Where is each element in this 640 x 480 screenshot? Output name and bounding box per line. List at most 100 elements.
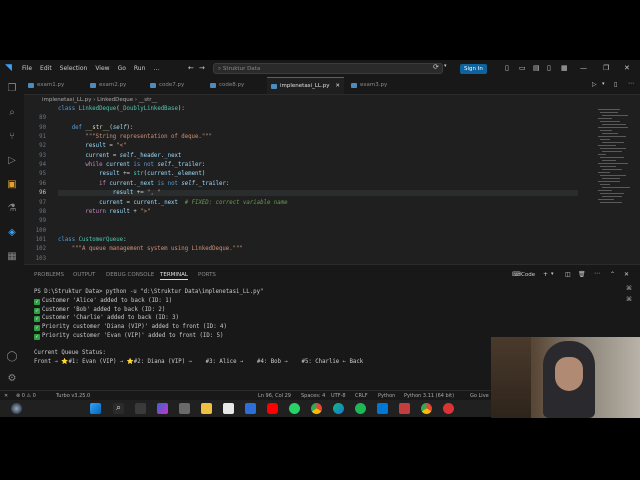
tab-problems[interactable]: PROBLEMS bbox=[34, 272, 64, 278]
task-view-icon[interactable] bbox=[135, 403, 146, 414]
run-debug-icon[interactable]: ▷ bbox=[0, 149, 24, 173]
breadcrumb-file[interactable]: implenetasi_LL.py bbox=[42, 97, 91, 103]
code-line[interactable]: class CustomerQueue: bbox=[58, 237, 127, 243]
code-line[interactable]: result = "<" bbox=[58, 143, 126, 149]
command-center-search[interactable]: ⌕ Struktur Data bbox=[213, 63, 443, 74]
tab-exam3[interactable]: exam3.py bbox=[347, 77, 393, 94]
maximize-panel-icon[interactable]: ⌃ bbox=[610, 271, 615, 278]
terminal-prompt: PS D:\Struktur Data> python -u "d:\Struk… bbox=[34, 289, 264, 295]
chrome-profile-icon[interactable] bbox=[421, 403, 432, 414]
python-terminal-icon[interactable]: ⌘ bbox=[626, 296, 632, 303]
code-line[interactable]: class LinkedDeque(_DoublyLinkedBase): bbox=[58, 106, 185, 112]
terminal-dropdown-icon[interactable]: ▾ bbox=[551, 271, 554, 277]
menu-selection[interactable]: Selection bbox=[60, 65, 88, 72]
menu-more[interactable]: … bbox=[153, 65, 159, 72]
terminal-name[interactable]: Code bbox=[521, 272, 535, 278]
menu-view[interactable]: View bbox=[95, 65, 109, 72]
tab-code8[interactable]: code8.py bbox=[206, 77, 250, 94]
tab-output[interactable]: OUTPUT bbox=[73, 272, 95, 278]
app-icon[interactable] bbox=[443, 403, 454, 414]
copilot-icon[interactable] bbox=[157, 403, 168, 414]
tab-exam1[interactable]: exam1.py bbox=[24, 77, 68, 94]
back-arrow-icon[interactable]: ← bbox=[188, 64, 194, 72]
vscode-taskbar-icon[interactable] bbox=[377, 403, 388, 414]
toggle-secondary-sidebar-icon[interactable]: ▯ bbox=[547, 64, 551, 72]
search-sidebar-icon[interactable]: ⌕ bbox=[0, 101, 24, 125]
close-icon[interactable]: ✕ bbox=[624, 64, 630, 72]
minimap-line bbox=[600, 112, 618, 113]
remote-explorer-icon[interactable]: ◈ bbox=[0, 221, 24, 245]
whatsapp-icon[interactable] bbox=[289, 403, 300, 414]
code-line[interactable]: result += str(current._element) bbox=[58, 171, 205, 177]
tab-ports[interactable]: PORTS bbox=[198, 272, 216, 278]
menu-edit[interactable]: Edit bbox=[40, 65, 52, 72]
search-icon[interactable]: ⌕ bbox=[113, 403, 124, 414]
file-explorer-icon[interactable] bbox=[201, 403, 212, 414]
code-editor[interactable]: class LinkedDeque(_DoublyLinkedBase): 89 9… bbox=[24, 105, 596, 280]
menu-go[interactable]: Go bbox=[118, 65, 126, 72]
tab-implenetasi-ll[interactable]: implenetasi_LL.py ✕ bbox=[267, 77, 344, 94]
sign-in-button[interactable]: Sign In bbox=[460, 64, 487, 74]
tab-close-icon[interactable]: ✕ bbox=[335, 78, 340, 95]
extensions-icon[interactable]: ▦ bbox=[0, 245, 24, 269]
tab-code7[interactable]: code7.py bbox=[146, 77, 190, 94]
run-dropdown-icon[interactable]: ▾ bbox=[602, 81, 605, 87]
code-line[interactable]: result += ", " bbox=[58, 190, 578, 197]
customize-layout-icon[interactable]: ▦ bbox=[561, 64, 568, 72]
terminal-line-text: Customer 'Charlie' added to back (ID: 3) bbox=[42, 315, 179, 322]
code-line[interactable]: def __str__(self): bbox=[58, 125, 134, 131]
windows-start-icon[interactable] bbox=[90, 403, 101, 414]
toggle-panel-icon[interactable]: ▤ bbox=[533, 64, 540, 72]
minimap-line bbox=[602, 151, 622, 152]
trash-icon[interactable]: 🗑 bbox=[578, 271, 586, 278]
gear-icon[interactable]: ⚙ bbox=[0, 367, 24, 391]
spotify-icon[interactable] bbox=[355, 403, 366, 414]
restore-icon[interactable]: ❐ bbox=[603, 64, 609, 72]
breadcrumb-method[interactable]: __str__ bbox=[139, 97, 157, 103]
tab-terminal[interactable]: TERMINAL bbox=[160, 272, 188, 280]
chrome-icon[interactable] bbox=[311, 403, 322, 414]
tab-exam2[interactable]: exam2.py bbox=[86, 77, 130, 94]
wps-icon[interactable] bbox=[399, 403, 410, 414]
youtube-icon[interactable] bbox=[267, 403, 278, 414]
menu-file[interactable]: File bbox=[22, 65, 32, 72]
code-line[interactable]: """String representation of deque.""" bbox=[58, 134, 212, 140]
code-line[interactable]: current = current._next # FIXED: correct… bbox=[58, 200, 287, 206]
extension-notification-icon[interactable]: ▣ bbox=[0, 173, 24, 197]
code-line[interactable]: while current is not self._trailer: bbox=[58, 162, 205, 168]
split-editor-icon[interactable]: ▯ bbox=[614, 81, 617, 88]
account-icon[interactable]: ◯ bbox=[0, 345, 24, 369]
layout-icon[interactable]: ▭ bbox=[519, 64, 526, 72]
run-file-icon[interactable]: ▷ bbox=[592, 81, 597, 88]
terminal-output[interactable]: PS D:\Struktur Data> python -u "d:\Struk… bbox=[34, 289, 363, 365]
close-panel-icon[interactable]: ✕ bbox=[624, 271, 629, 278]
explorer-icon[interactable]: ❐ bbox=[0, 77, 24, 101]
copilot-icon[interactable]: ⟳ bbox=[433, 63, 439, 71]
minimap[interactable] bbox=[596, 105, 640, 264]
menu-run[interactable]: Run bbox=[134, 65, 146, 72]
breadcrumb-class[interactable]: LinkedDeque bbox=[97, 97, 133, 103]
testing-icon[interactable]: ⚗ bbox=[0, 197, 24, 221]
split-terminal-icon[interactable]: ◫ bbox=[565, 271, 571, 278]
code-line[interactable]: return result + ">" bbox=[58, 209, 150, 215]
forward-arrow-icon[interactable]: → bbox=[199, 64, 205, 72]
store-icon[interactable] bbox=[223, 403, 234, 414]
minimap-line bbox=[600, 139, 610, 140]
tab-debug-console[interactable]: DEBUG CONSOLE bbox=[106, 272, 154, 278]
source-control-icon[interactable]: ⑂ bbox=[0, 125, 24, 149]
app-icon[interactable] bbox=[245, 403, 256, 414]
code-line[interactable]: if current._next is not self._trailer: bbox=[58, 181, 229, 187]
line-number: 103 bbox=[35, 255, 46, 262]
powershell-icon[interactable]: ⌘ bbox=[626, 285, 632, 292]
code-line[interactable]: """A queue management system using Linke… bbox=[58, 246, 243, 252]
edge-icon[interactable] bbox=[333, 403, 344, 414]
chevron-down-icon[interactable]: ▾ bbox=[444, 63, 447, 69]
camera-icon[interactable] bbox=[179, 403, 190, 414]
new-terminal-icon[interactable]: + bbox=[543, 271, 548, 278]
weather-icon[interactable] bbox=[11, 403, 22, 414]
minimize-icon[interactable]: — bbox=[580, 64, 587, 72]
more-actions-icon[interactable]: ⋯ bbox=[594, 270, 600, 277]
code-line[interactable]: current = self._header._next bbox=[58, 153, 181, 159]
more-actions-icon[interactable]: ⋯ bbox=[628, 80, 634, 87]
toggle-sidebar-icon[interactable]: ▯ bbox=[505, 64, 509, 72]
